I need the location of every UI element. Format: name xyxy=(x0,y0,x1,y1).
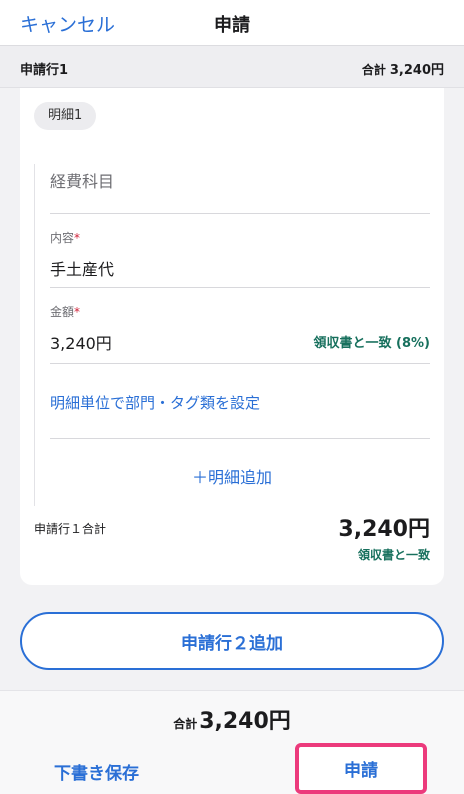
detail-card: 明細1 経費科目 内容* 手土産代 金額* 3,240円 領収書と一致 (8%)… xyxy=(20,88,444,585)
content-label-text: 内容 xyxy=(50,231,75,245)
grand-total-value: 3,240円 xyxy=(199,709,291,734)
grand-total-label: 合計 xyxy=(173,717,198,731)
add-detail-button[interactable]: ＋明細追加 xyxy=(20,464,444,488)
top-bar: キャンセル 申請 xyxy=(0,0,464,46)
line-total-label: 合計 xyxy=(361,63,386,77)
divider xyxy=(50,213,430,214)
add-line-2-button[interactable]: 申請行２追加 xyxy=(20,612,444,670)
line1-total-label: 申請行１合計 xyxy=(34,522,107,536)
divider xyxy=(50,363,430,364)
divider xyxy=(50,438,430,439)
content-input[interactable]: 手土産代 xyxy=(50,256,114,280)
amount-label-text: 金額 xyxy=(50,305,75,319)
content-label: 内容* xyxy=(50,229,80,246)
amount-label: 金額* xyxy=(50,303,80,320)
line-summary-bar: 申請行1 合計 3,240円 xyxy=(0,46,464,88)
line-total-value: 3,240円 xyxy=(389,63,444,78)
required-mark: * xyxy=(74,305,81,319)
save-draft-button[interactable]: 下書き保存 xyxy=(54,759,139,784)
receipt-match-badge: 領収書と一致 (8%) xyxy=(313,336,430,351)
line-label: 申請行1 xyxy=(20,63,69,78)
line1-total-value: 3,240円 xyxy=(338,517,430,542)
detail-chip: 明細1 xyxy=(34,102,97,130)
page-title: 申請 xyxy=(214,15,250,36)
line-total: 合計 3,240円 xyxy=(362,59,444,78)
amount-input[interactable]: 3,240円 xyxy=(50,330,112,354)
grand-total: 合計3,240円 xyxy=(0,703,464,735)
expense-category-field[interactable]: 経費科目 xyxy=(50,168,114,192)
dept-tag-settings-link[interactable]: 明細単位で部門・タグ類を設定 xyxy=(50,392,260,413)
detail-left-rule xyxy=(34,164,35,506)
submit-button[interactable]: 申請 xyxy=(295,743,427,794)
divider xyxy=(50,287,430,288)
required-mark: * xyxy=(74,231,81,245)
line1-receipt-match: 領収書と一致 xyxy=(357,548,430,562)
